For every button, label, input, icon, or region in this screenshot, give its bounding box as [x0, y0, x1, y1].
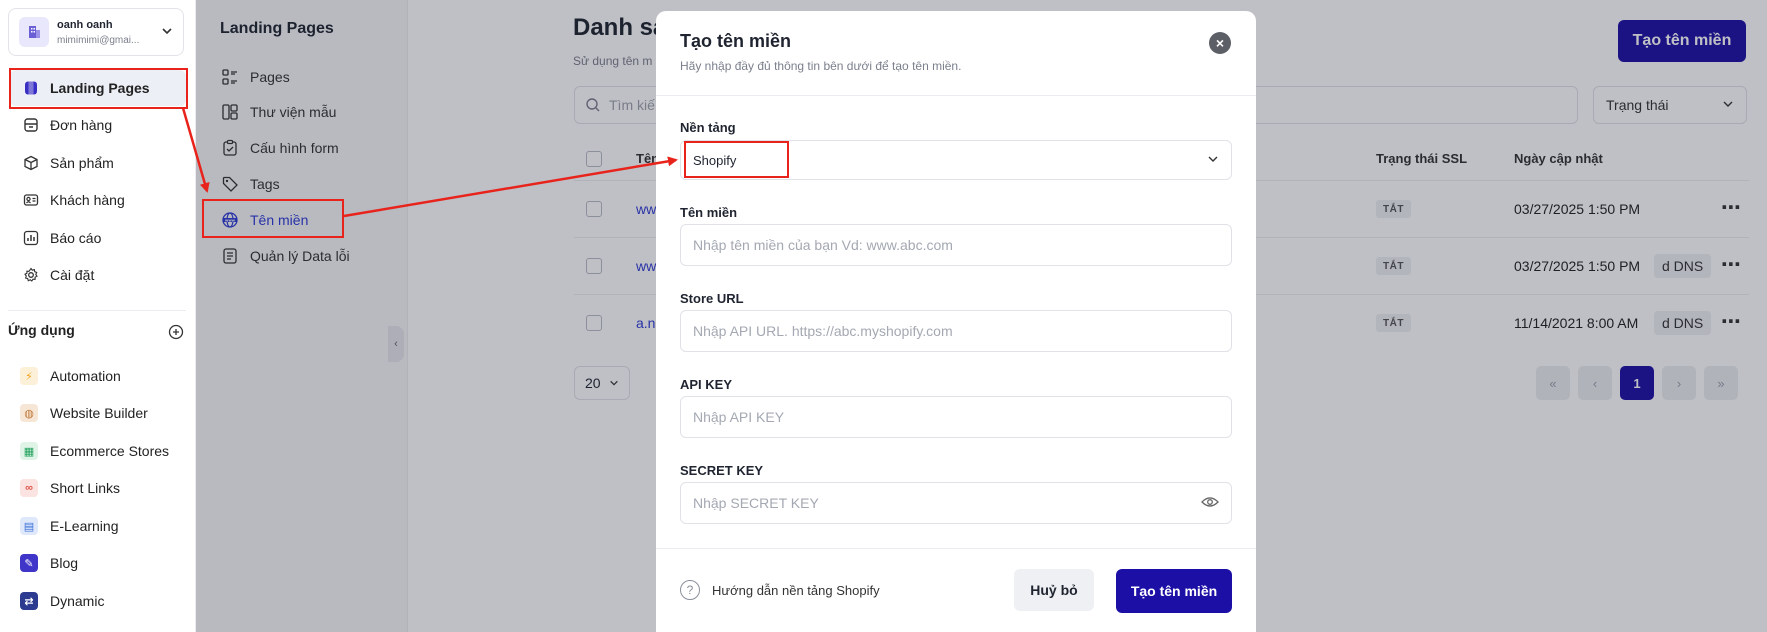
annotation-arrow: [181, 107, 210, 193]
annotation-arrow: [343, 156, 678, 218]
annotation-arrows: [181, 107, 678, 218]
